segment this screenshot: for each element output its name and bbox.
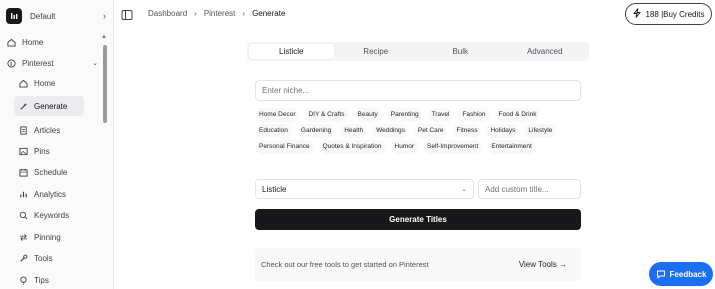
niche-chip[interactable]: Gardening [297,124,335,138]
workspace-name: Default [30,11,56,21]
sidebar-item-label: Home [34,78,56,88]
wand-icon [18,101,28,111]
niche-chip[interactable]: Parenting [387,108,422,122]
sidebar-item-generate[interactable]: Generate [14,96,84,116]
sidebar-item-label: Tips [34,275,49,285]
niche-chip[interactable]: Lifestyle [525,124,556,138]
image-icon [18,146,28,156]
sidebar-item-schedule[interactable]: Schedule [18,162,84,182]
buy-credits-button[interactable]: 188 |Buy Credits [625,3,712,25]
niche-chip[interactable]: Personal Finance [256,140,313,154]
sidebar-item-pins[interactable]: Pins [18,141,84,161]
view-tools-link[interactable]: View Tools → [519,260,567,269]
lightning-icon [632,8,641,20]
niche-chip[interactable]: Quotes & Inspiration [319,140,385,154]
sidebar-item-tools[interactable]: Tools [18,248,84,268]
niche-chip[interactable]: Weddings [373,124,408,138]
scroll-up-icon[interactable]: ▲ [101,34,107,40]
sidebar-item-analytics[interactable]: Analytics [18,184,84,204]
sidebar-item-pinterest[interactable]: Pinterest ⌄ [6,53,98,73]
tab-listicle[interactable]: Listicle [249,44,334,59]
workspace-switcher[interactable]: Default › [6,6,106,26]
sidebar-item-label: Keywords [34,210,70,220]
sidebar-item-label: Analytics [34,189,67,199]
sidebar-item-label: Tools [34,253,53,263]
sidebar-item-label: Articles [34,125,61,135]
credits-label: 188 |Buy Credits [645,9,705,19]
niche-suggestions: Home Decor DIY & Crafts Beauty Parenting… [256,108,586,156]
breadcrumb-dashboard[interactable]: Dashboard [148,9,187,18]
niche-chip[interactable]: Fitness [453,124,481,138]
pinterest-icon [6,58,16,68]
mode-tabs: Listicle Recipe Bulk Advanced [247,42,589,61]
chevron-right-icon: › [103,11,106,21]
tab-recipe[interactable]: Recipe [334,44,419,59]
chevron-right-icon: › [194,9,197,18]
document-icon [18,125,28,135]
niche-chip[interactable]: Pet Care [414,124,447,138]
sidebar-item-home[interactable]: Home [6,32,96,52]
niche-chip[interactable]: DIY & Crafts [305,108,348,122]
generate-titles-button[interactable]: Generate Titles [255,209,581,230]
wrench-icon [18,253,28,263]
niche-chip[interactable]: Entertainment [488,140,535,154]
breadcrumb-pinterest[interactable]: Pinterest [204,9,236,18]
chevron-down-icon: ⌄ [92,60,98,67]
sidebar-item-label: Pinterest [22,58,54,68]
tools-banner: Check out our free tools to get started … [255,248,581,281]
feedback-button[interactable]: Feedback [649,262,713,286]
home-icon [18,78,28,88]
niche-chip[interactable]: Travel [428,108,453,122]
tools-banner-message: Check out our free tools to get started … [261,260,429,269]
workspace-logo-icon [6,8,22,24]
sidebar-item-pinterest-home[interactable]: Home [18,73,84,93]
chevron-down-icon: ⌄ [461,186,467,193]
niche-chip[interactable]: Home Decor [256,108,299,122]
sidebar-scrollbar[interactable] [103,45,107,123]
niche-chip[interactable]: Self-Improvement [424,140,482,154]
chevron-right-icon: › [242,9,246,18]
custom-title-input[interactable] [478,179,581,199]
calendar-icon [18,167,28,177]
sidebar-item-label: Pins [34,146,50,156]
niche-chip[interactable]: Humor [391,140,418,154]
sidebar-item-keywords[interactable]: Keywords [18,205,84,225]
feedback-label: Feedback [669,269,707,279]
sidebar-item-label: Home [22,37,44,47]
bulb-icon [18,275,28,285]
title-type-value: Listicle [262,184,287,194]
niche-chip[interactable]: Education [256,124,291,138]
niche-input[interactable] [255,80,581,101]
toggle-sidebar-icon[interactable] [121,8,133,20]
breadcrumb: Dashboard › Pinterest › Generate [148,9,285,18]
sidebar-item-label: Schedule [34,167,68,177]
tab-bulk[interactable]: Bulk [418,44,503,59]
home-icon [6,37,16,47]
search-icon [18,210,28,220]
niche-chip[interactable]: Food & Drink [495,108,540,122]
niche-chip[interactable]: Health [341,124,367,138]
chart-icon [18,189,28,199]
chat-bubble-icon [656,269,666,279]
arrows-icon [18,232,28,242]
niche-chip[interactable]: Fashion [459,108,489,122]
sidebar-item-label: Generate [34,101,68,111]
sidebar-item-tips[interactable]: Tips [18,270,84,289]
sidebar-item-label: Pinning [34,232,61,242]
tab-advanced[interactable]: Advanced [503,44,588,59]
breadcrumb-current: Generate [252,9,286,18]
sidebar-item-pinning[interactable]: Pinning [18,227,84,247]
niche-chip[interactable]: Beauty [354,108,381,122]
sidebar-item-articles[interactable]: Articles [18,120,84,140]
title-type-select[interactable]: Listicle ⌄ [255,179,474,199]
sidebar: Default › ▲ Home Pinterest ⌄ Home Genera… [0,0,114,289]
niche-chip[interactable]: Holidays [487,124,519,138]
